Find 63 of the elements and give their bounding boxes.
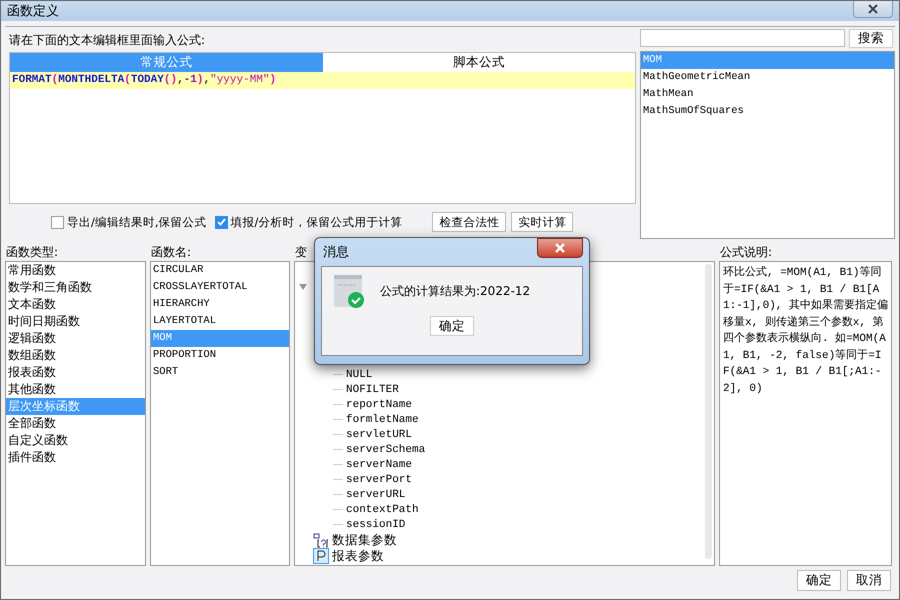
list-item[interactable]: MathGeometricMean xyxy=(641,69,894,86)
tree-item[interactable]: formletName xyxy=(346,414,419,426)
list-item[interactable]: MathSumOfSquares xyxy=(641,103,894,120)
dataset-icon xyxy=(313,532,329,548)
list-item[interactable]: 插件函数 xyxy=(6,449,145,466)
parameter-icon xyxy=(313,548,329,564)
list-item[interactable]: HIERARCHY xyxy=(151,296,289,313)
window-title: 函数定义 xyxy=(7,3,59,20)
list-item[interactable]: 报表函数 xyxy=(6,364,145,381)
ok-button[interactable]: 确定 xyxy=(430,316,474,336)
list-item[interactable]: 自定义函数 xyxy=(6,432,145,449)
calendar-check-icon xyxy=(334,275,364,308)
list-item[interactable]: 数组函数 xyxy=(6,347,145,364)
action-button[interactable]: 检查合法性 xyxy=(432,212,506,232)
expand-icon xyxy=(299,284,307,290)
tree-item[interactable]: reportName xyxy=(346,398,412,410)
dialog-button[interactable]: 确定 xyxy=(797,570,841,591)
list-item[interactable]: MathMean xyxy=(641,86,894,103)
close-button[interactable] xyxy=(853,1,893,18)
checkbox[interactable] xyxy=(214,216,228,228)
tree-item[interactable]: serverPort xyxy=(346,474,412,486)
list-item[interactable]: 数学和三角函数 xyxy=(6,279,145,296)
panel-label: 公式说明: xyxy=(719,244,772,261)
list-item[interactable]: SORT xyxy=(151,364,289,381)
list-item[interactable]: 文本函数 xyxy=(6,296,145,313)
list-item[interactable]: LAYERTOTAL xyxy=(151,313,289,330)
list-item[interactable]: CROSSLAYERTOTAL xyxy=(151,279,289,296)
tree-item[interactable]: serverURL xyxy=(346,488,406,500)
action-button[interactable]: 实时计算 xyxy=(511,212,574,232)
tree-item[interactable]: serverSchema xyxy=(346,444,426,456)
close-icon xyxy=(554,243,566,253)
list-item[interactable]: 逻辑函数 xyxy=(6,330,145,347)
list-item[interactable]: 常用函数 xyxy=(6,262,145,279)
checkbox[interactable] xyxy=(51,216,64,228)
tree-item[interactable]: serverName xyxy=(346,458,412,470)
dialog-title: 消息 xyxy=(322,244,350,261)
description-text: 环比公式, =MOM(A1, B1)等同于=IF(&A1 > 1, B1 / B1[A1:-1],0), 其中如果需要指定偏移量x, 则传递第三个参数x, 第四个参数表示横纵向. 如=MOM(A1, B1, -2, false)等同于=IF(&A1 > 1, B1 / B1[;A1:-2], 0) xyxy=(719,261,892,566)
editor-prompt: 请在下面的文本编辑框里面输入公式: xyxy=(8,32,206,49)
panel-label: 函数名: xyxy=(150,244,192,261)
tree-item[interactable]: NOFILTER xyxy=(346,384,399,396)
list-item[interactable]: 全部函数 xyxy=(6,415,145,432)
dialog-button[interactable]: 取消 xyxy=(847,570,891,591)
tree-item[interactable]: servletURL xyxy=(346,428,412,440)
list-item[interactable]: 时间日期函数 xyxy=(6,313,145,330)
panel-label: 函数类型: xyxy=(5,244,58,261)
tree-item[interactable]: NULL xyxy=(346,368,372,380)
checkbox-label: 导出/编辑结果时,保留公式 xyxy=(67,214,207,230)
tree-item[interactable]: 数据集参数 xyxy=(332,532,397,548)
list-item[interactable]: CIRCULAR xyxy=(151,262,289,279)
close-button[interactable] xyxy=(537,238,583,258)
message-text: 公式的计算结果为:2022-12 xyxy=(380,283,530,300)
formula-text: FORMAT(MONTHDELTA(TODAY(),-1),"yyyy-MM") xyxy=(12,74,276,86)
checkbox-label: 填报/分析时，保留公式用于计算 xyxy=(230,214,402,230)
close-icon xyxy=(867,4,879,14)
list-item[interactable]: 其他函数 xyxy=(6,381,145,398)
search-button[interactable]: 搜索 xyxy=(849,29,893,48)
tree-item[interactable]: contextPath xyxy=(346,504,419,516)
formula-editor[interactable]: 常规公式 脚本公式 FORMAT(MONTHDELTA(TODAY(),-1),"yyyy-MM") xyxy=(9,52,636,204)
tree-item[interactable]: 报表参数 xyxy=(332,548,384,564)
search-field[interactable] xyxy=(640,29,845,47)
panel-label: 变 xyxy=(294,244,307,261)
list-item[interactable]: PROPORTION xyxy=(151,347,289,364)
tree-item[interactable]: sessionID xyxy=(346,518,406,530)
